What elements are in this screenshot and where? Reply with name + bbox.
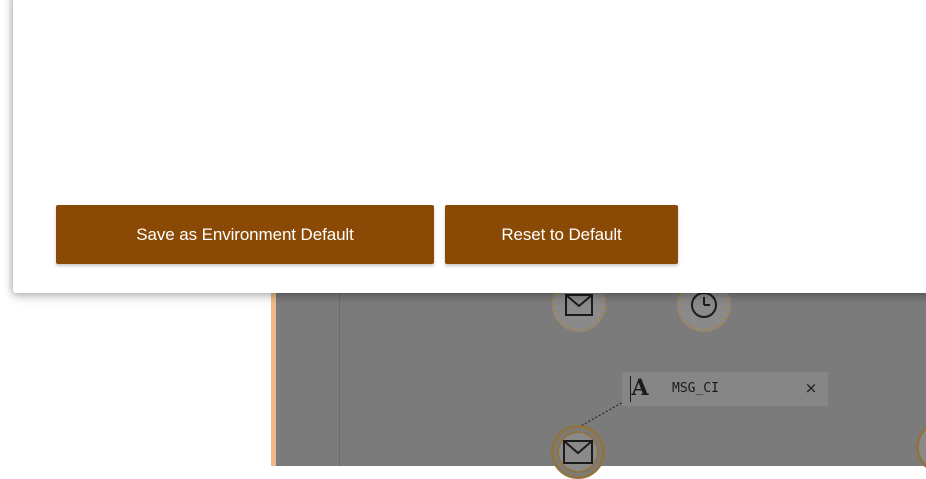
annotation-label: MSG_CI <box>672 381 719 396</box>
text-annotation-icon: A <box>628 374 652 402</box>
envelope-icon <box>563 440 593 464</box>
clock-icon <box>691 292 717 318</box>
close-icon[interactable]: × <box>802 379 820 397</box>
save-environment-default-button[interactable]: Save as Environment Default <box>56 205 434 264</box>
settings-panel: Save as Environment Default Reset to Def… <box>13 0 926 293</box>
reset-to-default-button[interactable]: Reset to Default <box>445 205 678 264</box>
text-annotation[interactable]: A MSG_CI × <box>622 372 828 406</box>
envelope-icon <box>565 294 593 316</box>
message-event-node-bottom[interactable] <box>551 425 605 479</box>
